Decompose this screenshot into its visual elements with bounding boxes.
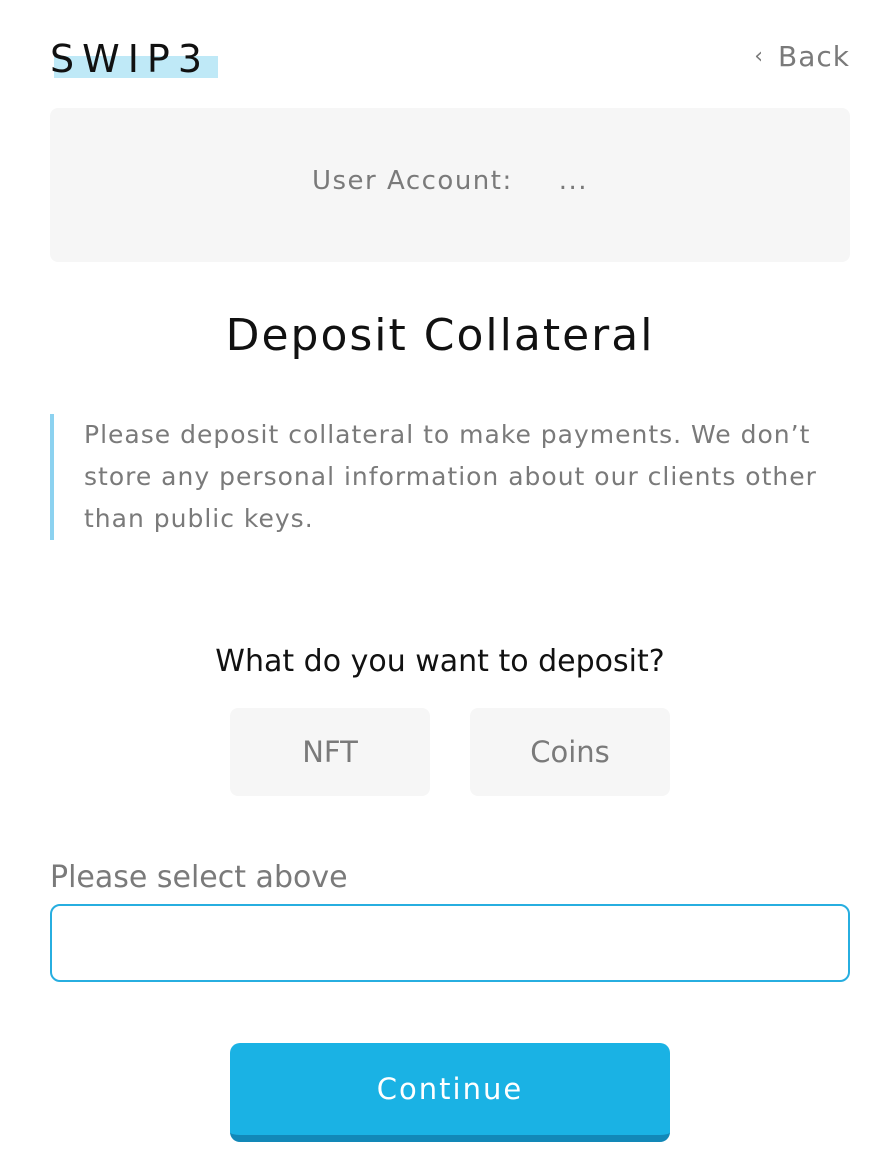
option-nft-button[interactable]: NFT <box>230 708 430 796</box>
page-title: Deposit Collateral <box>225 310 655 361</box>
back-label: Back <box>778 40 850 73</box>
user-account-card: User Account:... <box>50 108 850 262</box>
logo: SWIP3 <box>50 36 218 82</box>
info-notice-text: Please deposit collateral to make paymen… <box>84 420 817 533</box>
chevron-left-icon: ‹ <box>754 44 765 69</box>
user-account-label: User Account: <box>311 166 513 196</box>
deposit-input[interactable] <box>50 904 850 982</box>
user-account-value: ... <box>558 166 589 196</box>
back-button[interactable]: ‹ Back <box>754 40 850 73</box>
option-coins-button[interactable]: Coins <box>470 708 670 796</box>
deposit-question: What do you want to deposit? <box>215 644 665 679</box>
logo-text: SWIP3 <box>50 37 210 81</box>
select-label: Please select above <box>50 860 348 895</box>
continue-button[interactable]: Continue <box>230 1043 670 1142</box>
user-account-row: User Account:... <box>50 166 850 196</box>
info-notice: Please deposit collateral to make paymen… <box>50 414 844 540</box>
